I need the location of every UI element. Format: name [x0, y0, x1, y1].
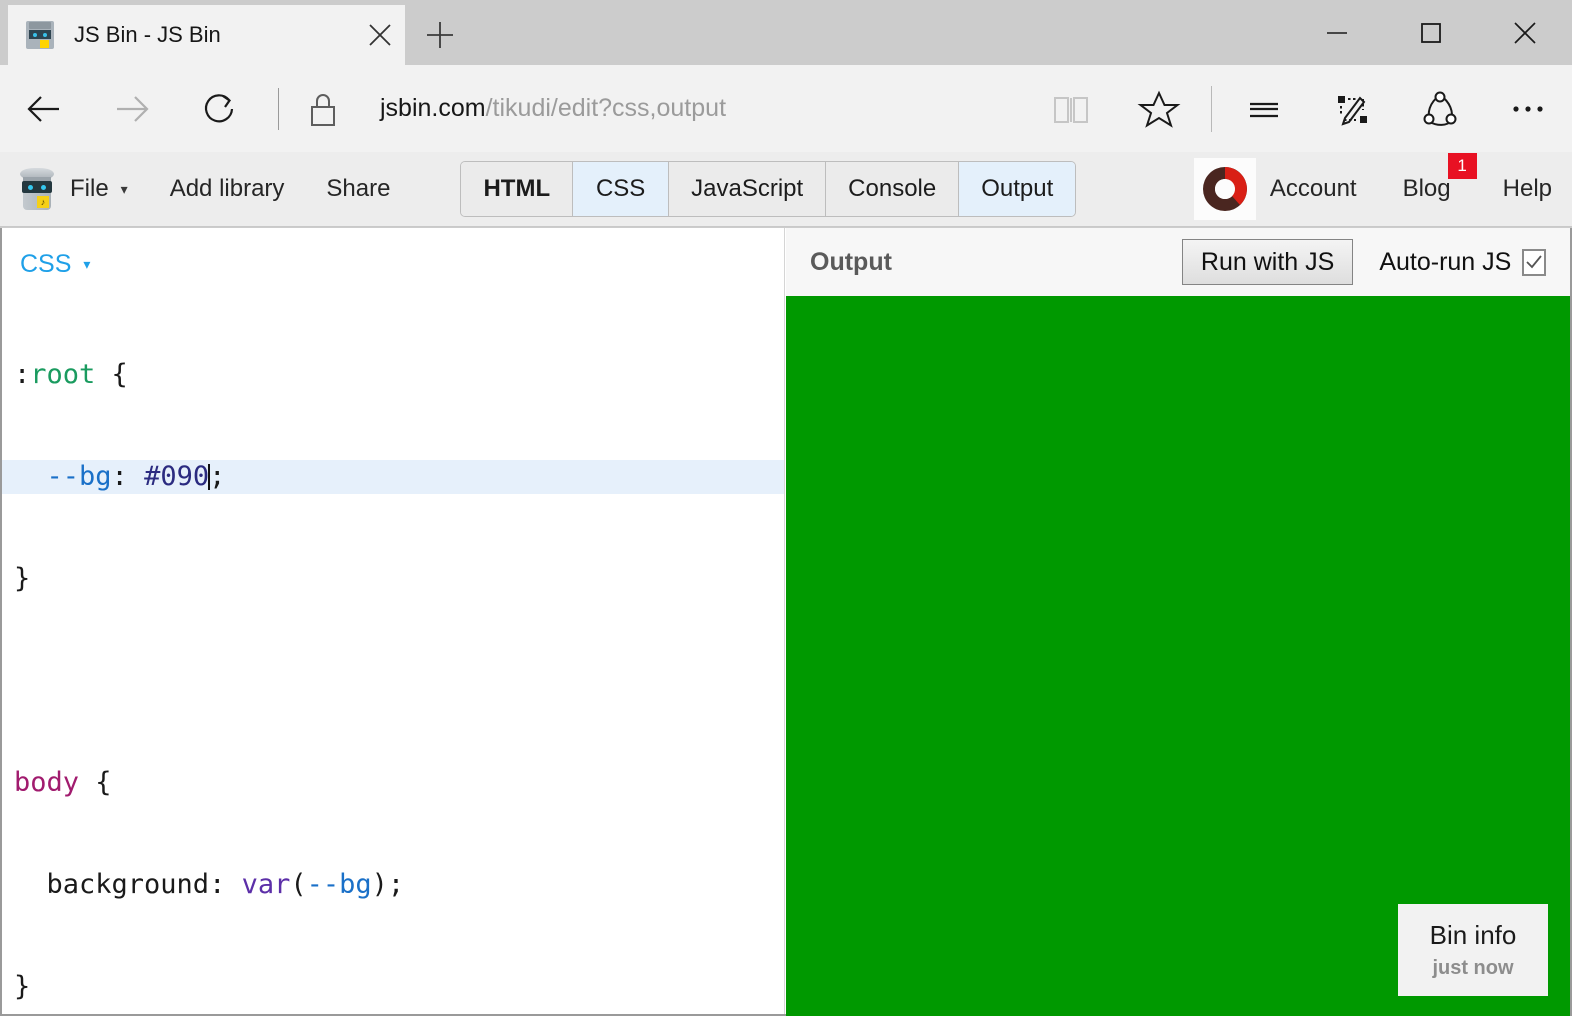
- account-link[interactable]: Account: [1270, 175, 1357, 203]
- chevron-down-icon: ▾: [120, 180, 128, 197]
- reading-view-icon[interactable]: [1027, 65, 1115, 152]
- menu-share[interactable]: Share: [326, 175, 390, 203]
- panel-button-output[interactable]: Output: [959, 162, 1076, 216]
- panel-button-javascript[interactable]: JavaScript: [669, 162, 827, 216]
- menu-file-label: File: [70, 175, 109, 202]
- run-with-js-button[interactable]: Run with JS: [1181, 239, 1354, 285]
- auto-run-js-checkbox[interactable]: [1522, 248, 1547, 276]
- code-line[interactable]: :root {: [2, 358, 784, 392]
- close-window-button[interactable]: [1478, 2, 1572, 64]
- blog-link[interactable]: Blog 1: [1402, 153, 1477, 203]
- panel-button-html[interactable]: HTML: [461, 162, 574, 216]
- forward-arrow-icon[interactable]: [88, 65, 176, 152]
- jsbin-toolbar: ♪ File ▾ Add library Share HTML CSS Java…: [0, 152, 1572, 227]
- nav-right-icons: [1027, 65, 1572, 152]
- browser-window: JS Bin - JS Bin jsbin.com /tikudi/edit?c…: [0, 0, 1572, 1016]
- code-line[interactable]: background: var(--bg);: [2, 868, 784, 902]
- tab-strip: JS Bin - JS Bin: [8, 5, 475, 65]
- blog-notification-badge: 1: [1447, 153, 1477, 179]
- main-content: CSS ▾ :root { --bg: #090; } body { backg…: [0, 228, 1572, 1016]
- jsbin-toolbar-right: Account Blog 1 Help: [1193, 153, 1572, 220]
- jsbin-account-logo[interactable]: [1193, 158, 1256, 220]
- tab-title: JS Bin - JS Bin: [74, 22, 221, 47]
- output-render-frame[interactable]: Bin info just now: [786, 296, 1570, 1016]
- back-arrow-icon[interactable]: [0, 65, 88, 152]
- nav-divider: [278, 87, 279, 130]
- panel-button-css[interactable]: CSS: [573, 162, 670, 216]
- blog-label: Blog: [1402, 175, 1451, 202]
- share-icon[interactable]: [1396, 65, 1484, 152]
- hub-icon[interactable]: [1220, 65, 1308, 152]
- output-title: Output: [810, 247, 892, 276]
- lock-icon: [291, 65, 355, 152]
- output-pane: Output Run with JS Auto-run JS Bin info …: [786, 228, 1570, 1016]
- css-editor-pane[interactable]: CSS ▾ :root { --bg: #090; } body { backg…: [2, 228, 785, 1014]
- code-line[interactable]: }: [2, 562, 784, 596]
- code-line[interactable]: }: [2, 970, 784, 1004]
- chevron-down-icon: ▾: [83, 256, 91, 272]
- output-header: Output Run with JS Auto-run JS: [786, 228, 1570, 296]
- web-note-icon[interactable]: [1308, 65, 1396, 152]
- code-line-active[interactable]: --bg: #090;: [2, 460, 784, 494]
- panel-button-console[interactable]: Console: [826, 162, 960, 216]
- nav-divider-2: [1211, 85, 1212, 132]
- jsbin-robot-icon: [26, 21, 54, 49]
- jsbin-robot-logo[interactable]: ♪: [18, 168, 56, 210]
- code-editor[interactable]: :root { --bg: #090; } body { background:…: [2, 290, 784, 1014]
- minimize-button[interactable]: [1290, 2, 1384, 64]
- maximize-button[interactable]: [1384, 2, 1478, 64]
- browser-nav-bar: jsbin.com/tikudi/edit?css,output: [0, 65, 1572, 152]
- url-host: jsbin.com: [380, 94, 486, 122]
- code-line[interactable]: body {: [2, 766, 784, 800]
- bin-info-title: Bin info: [1429, 920, 1517, 950]
- account-label: Account: [1269, 175, 1357, 202]
- editor-panel-selector[interactable]: CSS ▾: [20, 250, 90, 279]
- more-settings-icon[interactable]: [1484, 65, 1572, 152]
- window-controls: [1290, 2, 1572, 64]
- auto-run-js-label[interactable]: Auto-run JS: [1379, 248, 1511, 277]
- editor-panel-label: CSS: [20, 250, 72, 278]
- menu-file[interactable]: File ▾: [70, 175, 128, 203]
- help-label: Help: [1502, 175, 1552, 202]
- address-bar-input[interactable]: jsbin.com/tikudi/edit?css,output: [355, 65, 1027, 152]
- menu-add-library[interactable]: Add library: [170, 175, 285, 203]
- browser-tab[interactable]: JS Bin - JS Bin: [8, 5, 405, 65]
- close-tab-icon[interactable]: [355, 5, 405, 65]
- title-bar: JS Bin - JS Bin: [0, 0, 1572, 65]
- url-path: /tikudi/edit?css,output: [485, 94, 727, 122]
- code-line[interactable]: [2, 664, 784, 698]
- panel-toggle-group: HTML CSS JavaScript Console Output: [460, 161, 1077, 217]
- bin-info-box[interactable]: Bin info just now: [1398, 904, 1548, 996]
- menu-share-label: Share: [326, 175, 391, 202]
- bin-info-timestamp: just now: [1432, 957, 1514, 979]
- refresh-icon[interactable]: [176, 65, 264, 152]
- help-link[interactable]: Help: [1503, 175, 1552, 203]
- favorites-star-icon[interactable]: [1115, 65, 1203, 152]
- menu-add-library-label: Add library: [169, 175, 285, 202]
- new-tab-button[interactable]: [405, 5, 475, 65]
